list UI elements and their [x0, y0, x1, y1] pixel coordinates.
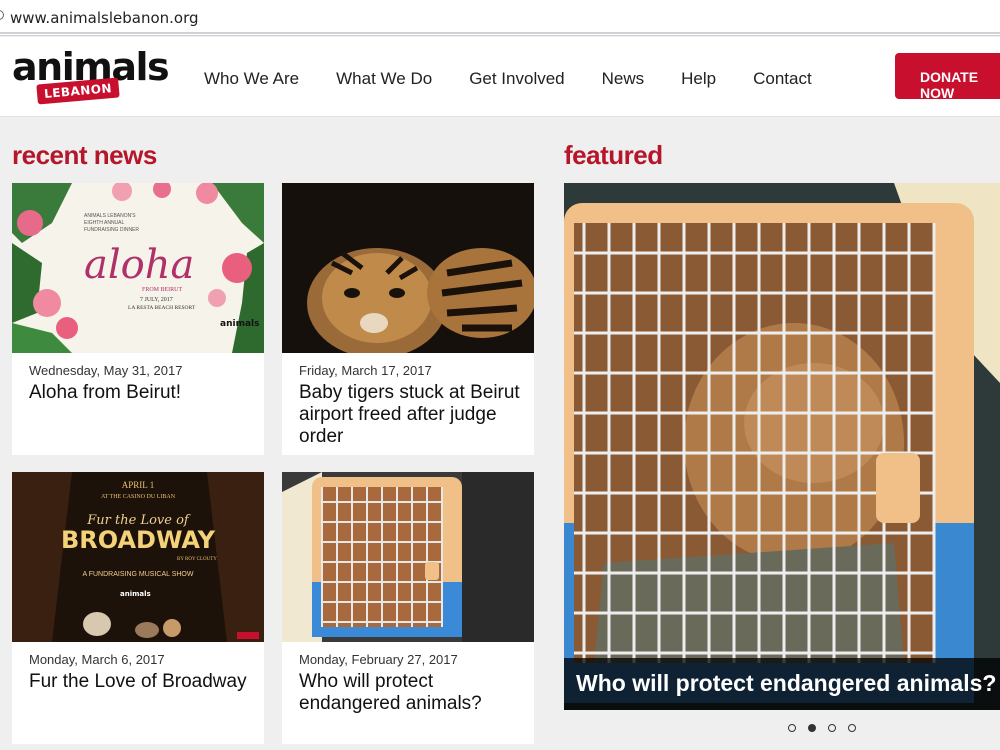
slider-dots	[788, 724, 856, 732]
news-card[interactable]: ANIMALS LEBANON'S EIGHTH ANNUAL FUNDRAIS…	[12, 183, 264, 455]
aloha-venue: LA RESTA BEACH RESORT	[128, 305, 196, 311]
broadway-top: APRIL 1	[122, 480, 154, 490]
news-card[interactable]: Monday, February 27, 2017 Who will prote…	[282, 472, 534, 744]
nav-what-we-do[interactable]: What We Do	[336, 69, 432, 89]
slider-dot-active[interactable]	[808, 724, 816, 732]
slider-dot[interactable]	[848, 724, 856, 732]
news-date: Monday, February 27, 2017	[299, 652, 458, 667]
featured-image[interactable]	[564, 183, 1000, 710]
broadway-by: BY ROY CLOUTY	[177, 557, 217, 562]
news-title[interactable]: Who will protect endangered animals?	[299, 671, 522, 715]
aloha-line1: ANIMALS LEBANON'S	[84, 213, 136, 219]
news-date: Wednesday, May 31, 2017	[29, 363, 183, 378]
slider-dot[interactable]	[828, 724, 836, 732]
tiger-cub-image[interactable]	[282, 183, 534, 353]
broadway-sub: AT THE CASINO DU LIBAN	[101, 494, 176, 500]
browser-address-bar[interactable]: www.animalslebanon.org	[0, 0, 1000, 36]
broadway-tag: A FUNDRAISING MUSICAL SHOW	[83, 571, 194, 578]
nav-help[interactable]: Help	[681, 69, 716, 89]
aloha-date: 7 JULY, 2017	[140, 297, 173, 303]
aloha-line2: EIGHTH ANNUAL	[84, 220, 125, 226]
broadway-brand: animals	[120, 590, 151, 598]
news-title[interactable]: Fur the Love of Broadway	[29, 671, 252, 693]
aloha-poster-image[interactable]: ANIMALS LEBANON'S EIGHTH ANNUAL FUNDRAIS…	[12, 183, 264, 353]
site-logo[interactable]: animals LEBANON	[12, 45, 170, 107]
aloha-line3: FUNDRAISING DINNER	[84, 227, 139, 233]
featured-heading: featured	[564, 140, 663, 170]
news-title[interactable]: Baby tigers stuck at Beirut airport free…	[299, 382, 522, 448]
featured-caption[interactable]: Who will protect endangered animals?	[564, 658, 1000, 710]
aloha-brand: animals	[220, 319, 259, 329]
news-card[interactable]: Friday, March 17, 2017 Baby tigers stuck…	[282, 183, 534, 455]
featured-slider[interactable]: Who will protect endangered animals?	[564, 183, 1000, 710]
url-text[interactable]: www.animalslebanon.org	[10, 9, 199, 27]
slider-dot[interactable]	[788, 724, 796, 732]
site-header: animals LEBANON Who We Are What We Do Ge…	[0, 37, 1000, 117]
aloha-headline: aloha	[84, 242, 194, 288]
nav-contact[interactable]: Contact	[753, 69, 812, 89]
news-title[interactable]: Aloha from Beirut!	[29, 382, 252, 404]
recent-news-heading: recent news	[12, 140, 157, 170]
info-icon[interactable]	[0, 10, 4, 20]
caged-animal-image[interactable]	[282, 472, 534, 642]
toolbar-divider	[0, 32, 1000, 34]
donate-button[interactable]: DONATE NOW	[895, 53, 1000, 101]
news-date: Friday, March 17, 2017	[299, 363, 432, 378]
broadway-line2: BROADWAY	[61, 526, 216, 554]
main-nav: Who We Are What We Do Get Involved News …	[204, 69, 849, 89]
news-card[interactable]: APRIL 1 AT THE CASINO DU LIBAN Fur the L…	[12, 472, 264, 744]
nav-who-we-are[interactable]: Who We Are	[204, 69, 299, 89]
news-date: Monday, March 6, 2017	[29, 652, 165, 667]
aloha-sub: FROM BEIRUT	[142, 287, 183, 293]
broadway-poster-image[interactable]: APRIL 1 AT THE CASINO DU LIBAN Fur the L…	[12, 472, 264, 642]
nav-get-involved[interactable]: Get Involved	[469, 69, 564, 89]
nav-news[interactable]: News	[602, 69, 645, 89]
